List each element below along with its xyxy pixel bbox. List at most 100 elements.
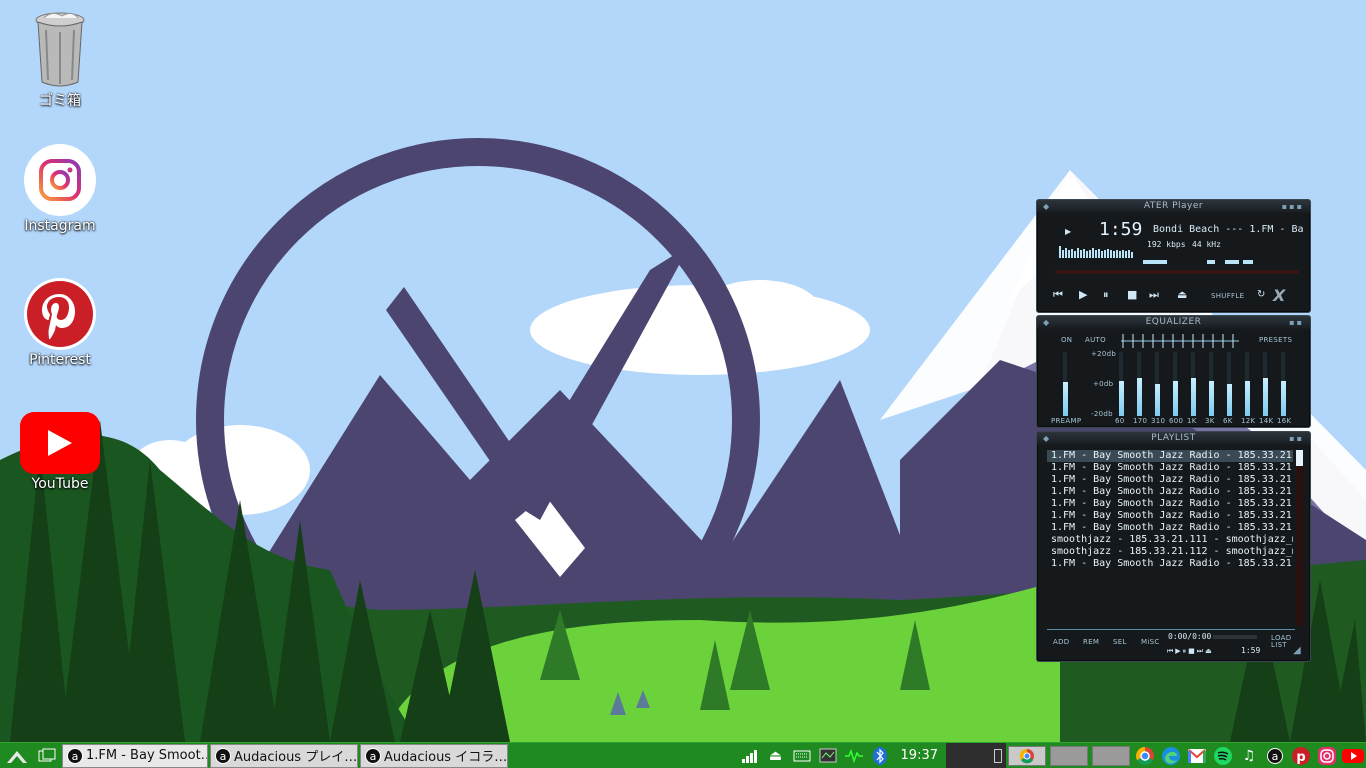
playlist-row[interactable]: smoothjazz - 185.33.21.112 - smoothjazz_… <box>1047 546 1293 558</box>
pager-desktop-3[interactable] <box>1092 745 1130 766</box>
eq-db-bot-label: -20db <box>1091 410 1113 418</box>
music-app-launcher-icon[interactable]: ♫ <box>1238 745 1260 767</box>
desktop-icon-trash[interactable]: ゴミ箱 <box>5 8 115 110</box>
playlist-scrollbar[interactable] <box>1296 450 1303 626</box>
playlist-row[interactable]: 1.FM - Bay Smooth Jazz Radio - 185.33.21… <box>1047 522 1293 534</box>
audacious-icon: a <box>67 747 83 764</box>
playlist-list-button[interactable]: LIST <box>1271 641 1287 649</box>
pause-button[interactable]: ⏸ <box>1103 288 1109 302</box>
task-button-equalizer[interactable]: a Audacious イコラ… <box>360 743 508 768</box>
clock[interactable]: 19:37 <box>893 748 946 763</box>
pinterest-launcher-icon[interactable]: p <box>1290 745 1312 767</box>
chrome-launcher-icon[interactable] <box>1134 745 1156 767</box>
eq-auto-button[interactable]: AUTO <box>1085 336 1106 344</box>
menu-icon[interactable]: ◆ <box>1043 316 1050 329</box>
playlist-row[interactable]: 1.FM - Bay Smooth Jazz Radio - 185.33.21… <box>1047 498 1293 510</box>
cpu-activity-icon[interactable] <box>843 745 865 767</box>
spotify-launcher-icon[interactable] <box>1212 745 1234 767</box>
playlist-mini-controls[interactable]: ⏮▶⏸■⏭⏏ <box>1167 644 1214 658</box>
audacious-playlist-window[interactable]: ◆ PLAYLIST ▪▪ 1.FM - Bay Smooth Jazz Rad… <box>1036 431 1311 662</box>
playlist-titlebar[interactable]: ◆ PLAYLIST ▪▪ <box>1037 432 1310 445</box>
pinterest-icon <box>24 278 96 350</box>
svg-text:p: p <box>1296 750 1305 765</box>
equalizer-titlebar[interactable]: ◆ EQUALIZER ▪▪ <box>1037 316 1310 329</box>
eq-band-slider-3k[interactable] <box>1208 352 1214 416</box>
playlist-remove-button[interactable]: REM <box>1083 638 1099 646</box>
playlist-row[interactable]: 1.FM - Bay Smooth Jazz Radio - 185.33.21… <box>1047 450 1293 462</box>
eq-band-slider-16k[interactable] <box>1280 352 1286 416</box>
audacious-icon: a <box>1267 747 1283 764</box>
eq-band-label: 310 <box>1151 417 1166 425</box>
resize-grip-icon[interactable]: ◢ <box>1293 644 1301 658</box>
playlist-list[interactable]: 1.FM - Bay Smooth Jazz Radio - 185.33.21… <box>1047 450 1293 618</box>
menu-icon[interactable]: ◆ <box>1043 200 1050 213</box>
edge-launcher-icon[interactable] <box>1160 745 1182 767</box>
eq-band-slider-310[interactable] <box>1154 352 1160 416</box>
audacious-launcher-icon[interactable]: a <box>1264 745 1286 767</box>
eq-band-label: 6K <box>1223 417 1233 425</box>
bluetooth-icon[interactable] <box>869 745 891 767</box>
repeat-button[interactable]: ↻ <box>1257 288 1265 302</box>
eq-presets-button[interactable]: PRESETS <box>1259 336 1292 344</box>
window-buttons[interactable]: ▪▪ <box>1289 316 1304 329</box>
song-title-display[interactable]: Bondi Beach --- 1.FM - Ba <box>1153 224 1303 235</box>
show-desktop-button[interactable] <box>36 745 58 767</box>
task-button-player[interactable]: a 1.FM - Bay Smoot… <box>62 743 208 768</box>
eq-band-slider-12k[interactable] <box>1244 352 1250 416</box>
desktop-icon-pinterest[interactable]: Pinterest <box>5 278 115 368</box>
network-signal-icon[interactable] <box>739 745 761 767</box>
playlist-row[interactable]: 1.FM - Bay Smooth Jazz Radio - 185.33.21… <box>1047 462 1293 474</box>
playlist-progress <box>1213 635 1257 639</box>
spectrum-visualizer[interactable] <box>1059 238 1137 258</box>
equalizer-title: EQUALIZER <box>1145 317 1202 327</box>
player-titlebar[interactable]: ◆ ATER Player ▪▪▪ <box>1037 200 1310 213</box>
shuffle-button[interactable]: SHUFFLE <box>1211 292 1244 300</box>
playlist-row[interactable]: smoothjazz - 185.33.21.111 - smoothjazz_… <box>1047 534 1293 546</box>
start-menu-button[interactable] <box>2 745 32 767</box>
instagram-icon <box>24 144 96 216</box>
menu-icon[interactable]: ◆ <box>1043 432 1050 445</box>
time-display[interactable]: 1:59 <box>1099 219 1142 240</box>
playlist-row[interactable]: 1.FM - Bay Smooth Jazz Radio - 185.33.21… <box>1047 474 1293 486</box>
playlist-select-button[interactable]: SEL <box>1113 638 1127 646</box>
volume-balance-strip[interactable] <box>1143 260 1303 264</box>
window-buttons[interactable]: ▪▪▪ <box>1282 200 1304 213</box>
eq-band-slider-1k[interactable] <box>1190 352 1196 416</box>
preamp-slider[interactable] <box>1062 352 1068 416</box>
eq-on-button[interactable]: ON <box>1061 336 1072 344</box>
playlist-row[interactable]: 1.FM - Bay Smooth Jazz Radio - 185.33.21… <box>1047 510 1293 522</box>
workspace-indicator-icon[interactable] <box>994 748 1002 763</box>
seek-bar[interactable] <box>1055 270 1299 274</box>
play-button[interactable]: ▶ <box>1079 288 1087 302</box>
playlist-row[interactable]: 1.FM - Bay Smooth Jazz Radio - 185.33.21… <box>1047 558 1293 570</box>
playlist-add-button[interactable]: ADD <box>1053 638 1069 646</box>
xmms-logo-icon: X <box>1273 286 1286 305</box>
eq-band-slider-600[interactable] <box>1172 352 1178 416</box>
playlist-misc-button[interactable]: MiSC <box>1141 638 1160 646</box>
system-monitor-icon[interactable] <box>817 745 839 767</box>
eject-button[interactable]: ⏏ <box>1177 288 1187 302</box>
eq-band-slider-6k[interactable] <box>1226 352 1232 416</box>
gmail-launcher-icon[interactable] <box>1186 745 1208 767</box>
eq-band-slider-60[interactable] <box>1118 352 1124 416</box>
playlist-row[interactable]: 1.FM - Bay Smooth Jazz Radio - 185.33.21… <box>1047 486 1293 498</box>
window-buttons[interactable]: ▪▪ <box>1289 432 1304 445</box>
eq-band-label: 1K <box>1187 417 1197 425</box>
previous-button[interactable]: ⏮ <box>1053 288 1063 302</box>
pager-desktop-2[interactable] <box>1050 745 1088 766</box>
eject-icon[interactable]: ⏏ <box>765 745 787 767</box>
audacious-equalizer-window[interactable]: ◆ EQUALIZER ▪▪ ON AUTO PRESETS +20db +0d… <box>1036 315 1311 428</box>
task-button-playlist[interactable]: a Audacious プレイ… <box>210 743 358 768</box>
audacious-icon: a <box>215 747 231 764</box>
desktop-icon-youtube[interactable]: YouTube <box>5 412 115 492</box>
desktop-icon-instagram[interactable]: Instagram <box>5 144 115 234</box>
eq-band-slider-14k[interactable] <box>1262 352 1268 416</box>
keyboard-icon[interactable] <box>791 745 813 767</box>
eq-band-slider-170[interactable] <box>1136 352 1142 416</box>
youtube-launcher-icon[interactable] <box>1342 745 1364 767</box>
next-button[interactable]: ⏭ <box>1149 288 1159 302</box>
pager-desktop-1[interactable] <box>1008 745 1046 766</box>
stop-button[interactable]: ■ <box>1127 288 1137 302</box>
audacious-main-window[interactable]: ◆ ATER Player ▪▪▪ ▶ 1:59 Bondi Beach ---… <box>1036 199 1311 313</box>
instagram-launcher-icon[interactable] <box>1316 745 1338 767</box>
